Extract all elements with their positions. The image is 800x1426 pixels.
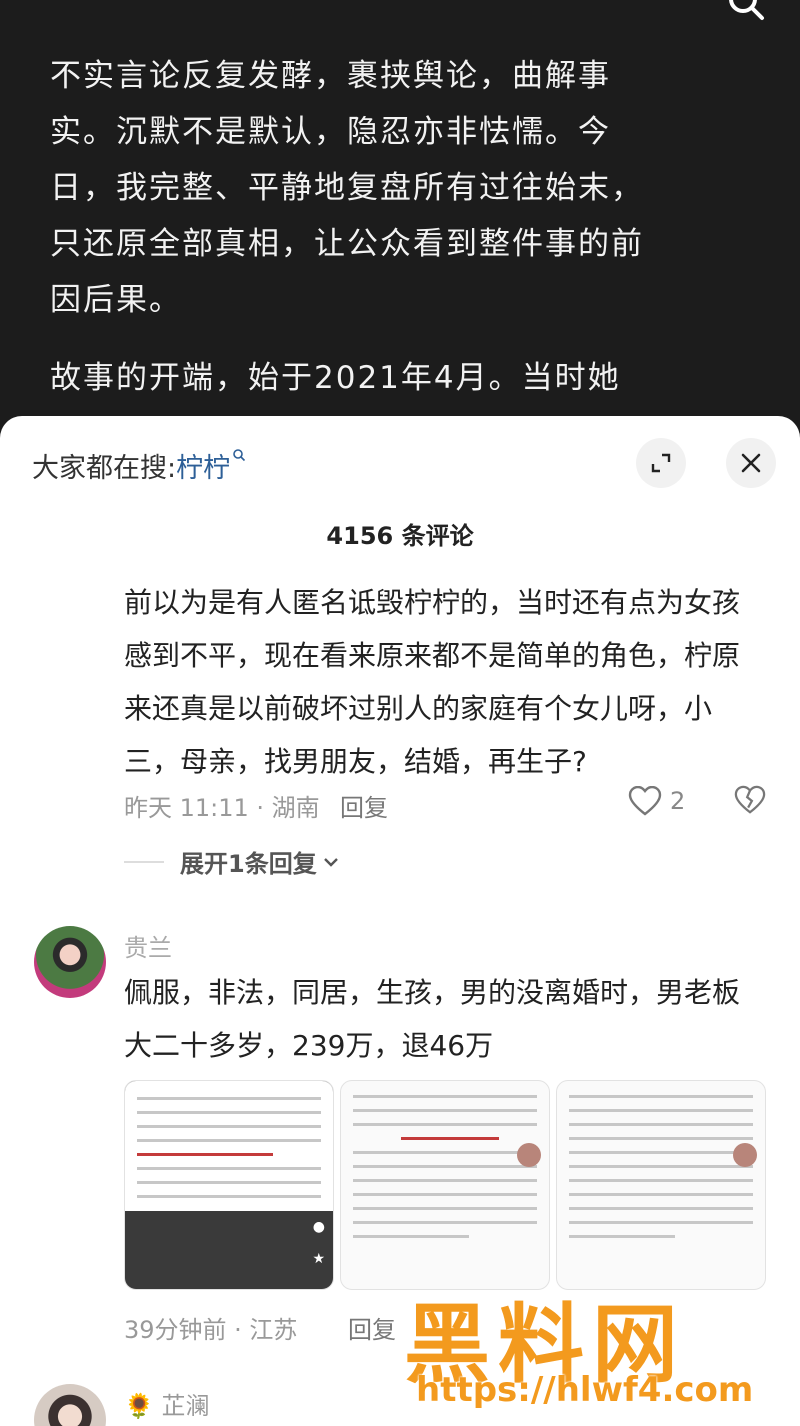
text-line [569, 1137, 753, 1140]
text-line [137, 1181, 321, 1184]
text-line [569, 1193, 753, 1196]
text-line [137, 1111, 321, 1114]
document-page [125, 1081, 333, 1211]
highlight-line [137, 1153, 273, 1156]
reply-button[interactable]: 回复 [340, 788, 388, 823]
comment-image[interactable] [340, 1080, 550, 1290]
article-paragraph: 故事的开端，始于2021年4月。当时她 [50, 360, 621, 396]
text-line [353, 1221, 537, 1224]
hot-search-label: 大家都在搜: [32, 453, 177, 484]
article-paragraph: 不实言论反复发酵，裹挟舆论，曲解事实。沉默不是默认，隐忍亦非怯懦。今日，我完整、… [50, 58, 644, 318]
article-background: 不实言论反复发酵，裹挟舆论，曲解事实。沉默不是默认，隐忍亦非怯懦。今日，我完整、… [0, 0, 800, 440]
avatar-stamp [517, 1143, 541, 1167]
divider [124, 860, 164, 863]
comment-image[interactable]: ● ★ [124, 1080, 334, 1290]
text-line [137, 1097, 321, 1100]
expand-icon [651, 453, 671, 473]
chevron-down-icon [323, 857, 338, 867]
comment-text: 前以为是有人匿名诋毁柠柠的，当时还有点为女孩感到不平，现在看来原来都不是简单的角… [124, 586, 741, 778]
highlight-line [401, 1137, 499, 1140]
close-icon [741, 453, 761, 473]
comment-meta: 39分钟前 · 江苏 [124, 1316, 298, 1344]
text-line [137, 1125, 321, 1128]
text-line [569, 1179, 753, 1182]
text-line [137, 1167, 321, 1170]
comment-meta: 昨天 11:11 · 湖南 [124, 794, 320, 822]
text-line [569, 1109, 753, 1112]
text-line [353, 1193, 537, 1196]
reply-button[interactable]: 回复 [348, 1310, 396, 1345]
text-line [353, 1123, 537, 1126]
text-line [353, 1095, 537, 1098]
like-button[interactable]: 2 [628, 786, 685, 816]
comment-icon: ● [312, 1219, 325, 1235]
text-line [569, 1207, 753, 1210]
text-line [137, 1195, 321, 1198]
comment-count: 4156 条评论 [326, 522, 474, 550]
avatar-stamp [733, 1143, 757, 1167]
text-line [569, 1095, 753, 1098]
username[interactable]: 🌻 芷澜 [124, 1386, 210, 1421]
avatar[interactable] [34, 926, 106, 998]
heart-icon [628, 786, 662, 816]
search-icon [233, 449, 246, 462]
text-line [569, 1235, 675, 1238]
username[interactable]: 贵兰 [124, 928, 172, 963]
hot-search-keyword[interactable]: 柠柠 [176, 453, 230, 484]
expand-button[interactable] [636, 438, 686, 488]
like-count: 2 [670, 787, 686, 815]
text-line [137, 1139, 321, 1142]
star-icon: ★ [312, 1251, 325, 1267]
watermark-url: https://hlwf4.com [416, 1370, 754, 1410]
dislike-button[interactable] [734, 784, 766, 820]
search-icon[interactable] [726, 0, 766, 22]
text-line [569, 1123, 753, 1126]
comment-text: 佩服，非法，同居，生孩，男的没离婚时，男老板大二十多岁，239万，退46万 [124, 976, 741, 1062]
text-line [353, 1165, 537, 1168]
close-button[interactable] [726, 438, 776, 488]
broken-heart-icon [734, 785, 766, 814]
text-line [569, 1165, 753, 1168]
text-line [353, 1179, 537, 1182]
expand-replies-label: 展开1条回复 [180, 850, 317, 878]
text-line [569, 1151, 753, 1154]
text-line [353, 1109, 537, 1112]
hot-search-bar[interactable]: 大家都在搜:柠柠 [32, 446, 246, 485]
text-line [353, 1235, 469, 1238]
text-line [353, 1151, 537, 1154]
text-line [569, 1221, 753, 1224]
expand-replies-button[interactable]: 展开1条回复 [124, 844, 339, 879]
comment-image[interactable] [556, 1080, 766, 1290]
text-line [353, 1207, 537, 1210]
watermark: 黑料网 https://hlwf4.com [404, 1274, 784, 1424]
avatar[interactable] [34, 1384, 106, 1426]
comment-images: ● ★ [124, 1080, 772, 1290]
comments-sheet: 大家都在搜:柠柠 4156 条评论 前以为是有人匿名诋毁柠柠的，当时还有点为女孩… [0, 416, 800, 1426]
